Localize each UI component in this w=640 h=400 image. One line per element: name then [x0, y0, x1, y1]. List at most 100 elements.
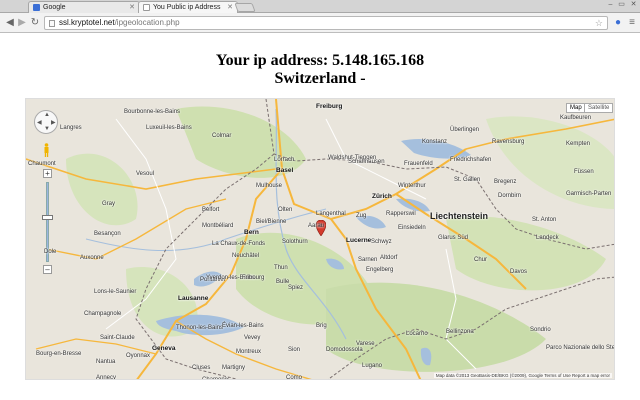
- close-tab-icon[interactable]: ✕: [129, 4, 135, 12]
- tab-strip: Google ✕ You Public ip Address ✕ – ▭ ✕: [0, 0, 640, 13]
- star-icon[interactable]: ☆: [595, 17, 603, 29]
- map-label: Chamonix: [202, 377, 230, 380]
- map-label: Lausanne: [178, 295, 209, 302]
- map-label: Bern: [244, 229, 259, 236]
- minimize-icon[interactable]: –: [606, 1, 615, 9]
- map-label: Oyonnax: [126, 353, 151, 359]
- pan-up-icon[interactable]: ▲: [44, 112, 50, 118]
- map-label: Glarus Süd: [438, 235, 469, 241]
- map-label: Geneva: [152, 345, 176, 352]
- map-label: Belfort: [202, 207, 220, 213]
- map-label: Friedrichshafen: [450, 157, 492, 163]
- map-label: Bregenz: [494, 179, 517, 185]
- menu-icon[interactable]: ≡: [626, 17, 638, 29]
- map-label: Nantua: [96, 359, 116, 365]
- pan-control[interactable]: ▲ ◀ ▶ ▼: [34, 110, 58, 134]
- map-label: Chur: [474, 257, 488, 263]
- map-label: Winterthur: [398, 183, 426, 189]
- forward-icon[interactable]: ▶: [16, 17, 28, 29]
- map-attribution: Map data ©2013 GeoBasis-DE/BKG (©2009), …: [433, 373, 612, 378]
- map-label: Montreux: [236, 349, 262, 355]
- map-label: Altdorf: [380, 255, 398, 261]
- map-type-satellite-button[interactable]: Satellite: [584, 103, 614, 113]
- map-label: Thonon-les-Bains: [176, 325, 224, 331]
- map-label: Annecy: [96, 375, 117, 380]
- map-label: Évian-les-Bains: [222, 323, 264, 329]
- map-label: Sondrio: [530, 327, 551, 333]
- map-label: Bourbonne-les-Bains: [124, 109, 181, 115]
- map-label: Mulhouse: [256, 183, 283, 189]
- address-bar[interactable]: ssl.kryptotel.net/ipgeolocation.php ☆: [44, 16, 608, 30]
- zoom-slider-handle[interactable]: [42, 215, 53, 220]
- map-label: Besançon: [94, 231, 121, 237]
- map-label: Biel/Bienne: [256, 219, 287, 225]
- map-label: Spiez: [288, 285, 304, 291]
- map-label: Einsiedeln: [398, 225, 426, 231]
- new-tab-button[interactable]: [234, 3, 256, 12]
- map-label: Auxonne: [80, 255, 104, 261]
- map-label: Lons-le-Saunier: [94, 289, 137, 295]
- map-label: Thun: [274, 265, 288, 271]
- map-label: Parco Nazionale dello Stelvio: [546, 345, 615, 351]
- tab-google[interactable]: Google ✕: [28, 1, 140, 13]
- map-label: Überlingen: [450, 127, 480, 133]
- map-label: Lörrach: [274, 157, 295, 163]
- pan-left-icon[interactable]: ◀: [37, 119, 42, 126]
- reload-icon[interactable]: ↻: [29, 17, 41, 29]
- maximize-icon[interactable]: ▭: [617, 1, 626, 9]
- map-label: Solothurn: [282, 239, 308, 245]
- country-heading: Switzerland -: [274, 70, 366, 87]
- map-label: Bellinzona: [446, 329, 474, 335]
- map-label: Ravensburg: [492, 139, 525, 145]
- map-label: Schwyz: [371, 239, 392, 245]
- pan-down-icon[interactable]: ▼: [44, 126, 50, 132]
- map-label: Langres: [60, 125, 82, 131]
- map-label: Luxeuil-les-Bains: [146, 125, 192, 131]
- map-label: Martigny: [222, 365, 246, 371]
- map-label: Fribourg: [242, 275, 265, 281]
- map-label: Lugano: [362, 363, 383, 369]
- window-close-icon[interactable]: ✕: [629, 1, 638, 9]
- pan-right-icon[interactable]: ▶: [51, 119, 56, 126]
- map-label: Frauenfeld: [404, 161, 433, 167]
- map-label: Olten: [278, 207, 293, 213]
- browser-toolbar: ◀ ▶ ↻ ssl.kryptotel.net/ipgeolocation.ph…: [0, 13, 640, 33]
- google-favicon-icon: [33, 4, 40, 11]
- map-type-map-button[interactable]: Map: [566, 103, 586, 113]
- map-label: Champagnole: [84, 311, 122, 317]
- map-label: Brig: [316, 323, 327, 329]
- map-label: Sarnen: [358, 257, 378, 263]
- map-label: Neuchâtel: [232, 253, 260, 259]
- map-label: Lucerne: [346, 237, 372, 244]
- map-label: Dole: [44, 249, 57, 255]
- map-label: Waldshut-Tiengen: [328, 155, 377, 161]
- pegman-icon[interactable]: [43, 143, 50, 157]
- map-label: Garmisch-Parten: [566, 191, 612, 197]
- map-label: Colmar: [212, 133, 232, 139]
- map-label: Dornbirn: [498, 193, 522, 199]
- page-icon: [49, 20, 55, 27]
- map[interactable]: Map Satellite ▲ ◀ ▶ ▼ + – Freiburg Basel M…: [25, 98, 615, 380]
- map-label: Landeck: [536, 235, 559, 241]
- map-label: Liechtenstein: [430, 211, 489, 221]
- map-label: Zürich: [372, 193, 392, 200]
- back-icon[interactable]: ◀: [4, 17, 16, 29]
- url-host: ssl.kryptotel.net: [59, 18, 115, 27]
- map-label: Domodossola: [326, 347, 363, 353]
- tab-ip-address[interactable]: You Public ip Address ✕: [138, 1, 238, 13]
- zoom-out-button[interactable]: –: [43, 265, 52, 274]
- map-label: Kempten: [566, 141, 591, 147]
- close-tab-icon[interactable]: ✕: [227, 4, 233, 12]
- map-label: Langenthal: [316, 211, 346, 217]
- zoom-in-button[interactable]: +: [43, 169, 52, 178]
- map-label: St. Anton: [532, 217, 557, 223]
- url-path: /ipgeolocation.php: [114, 18, 180, 27]
- map-label: Vevey: [244, 335, 261, 341]
- map-label: Freiburg: [316, 103, 343, 110]
- map-label: Aarau: [308, 223, 325, 229]
- map-label: La Chaux-de-Fonds: [212, 241, 266, 247]
- map-label: Engelberg: [366, 267, 394, 273]
- map-label: Rapperswil: [386, 211, 416, 217]
- map-label: Como: [286, 375, 303, 380]
- extension-icon[interactable]: ●: [612, 17, 624, 29]
